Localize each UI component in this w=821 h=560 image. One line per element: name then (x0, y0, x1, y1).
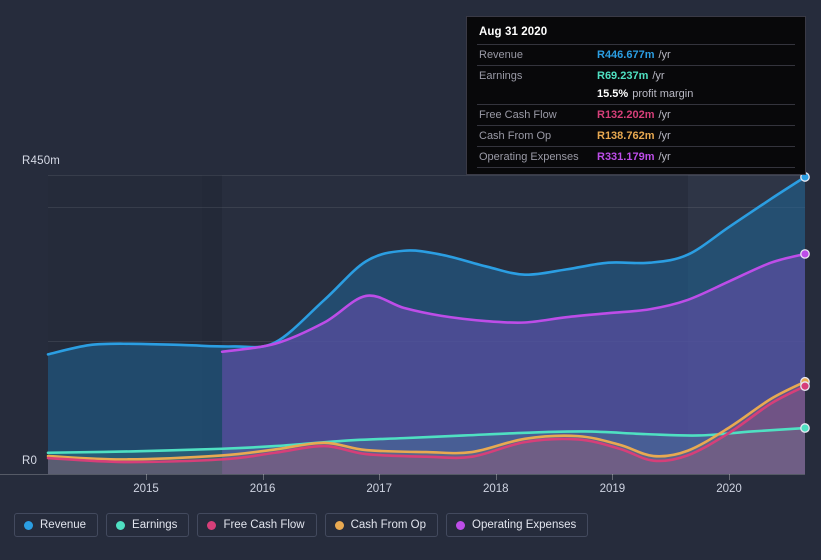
series-layer (46, 172, 810, 475)
tooltip-row-value: R446.677m (597, 49, 655, 61)
tooltip-row-value-group: R331.179m/yr (597, 150, 671, 164)
tooltip-row-label: Free Cash Flow (479, 109, 557, 121)
plot-area (0, 172, 810, 475)
x-axis-tick (612, 474, 614, 480)
x-axis-tick (495, 474, 497, 480)
tooltip-row-unit: /yr (652, 70, 665, 82)
tooltip-date: Aug 31 2020 (479, 26, 548, 38)
tooltip-row-unit: /yr (658, 109, 671, 121)
tooltip-row-label: Operating Expenses (479, 151, 579, 163)
tooltip-row: Free Cash Flow R132.202m/yr (477, 104, 795, 125)
tooltip-rows: Revenue R446.677m/yr Earnings R69.237m/yr 15… (477, 44, 795, 168)
legend-color-dot (456, 520, 466, 530)
x-axis-label-2016: 2016 (249, 483, 276, 495)
tooltip-row-value: R331.179m (597, 151, 655, 163)
endpoint-marker-earnings[interactable] (800, 423, 810, 433)
x-axis-label-2020: 2020 (716, 483, 742, 495)
legend-item-cash-from-op[interactable]: Cash From Op (324, 513, 439, 537)
legend-item-label: Earnings (132, 519, 178, 531)
legend-item-label: Revenue (40, 519, 87, 531)
x-axis-tick (379, 474, 381, 480)
tooltip-row-label: Revenue (479, 49, 524, 61)
tooltip-row-value: R132.202m (597, 109, 655, 121)
tooltip-row-value-group: R69.237m/yr (597, 69, 665, 83)
x-axis-label-2015: 2015 (133, 483, 159, 495)
x-axis-label-2018: 2018 (483, 483, 509, 495)
chart-legend: Revenue Earnings Free Cash Flow Cash From O… (14, 513, 589, 537)
financial-area-chart: R450m R0 2015 2016 2017 2018 2019 2020 Aug 31… (0, 0, 821, 560)
tooltip-row: Earnings R69.237m/yr (477, 65, 795, 86)
legend-color-dot (24, 520, 33, 530)
endpoint-marker-free-cash-flow[interactable] (800, 381, 810, 392)
y-axis-zero-label: R0 (22, 455, 38, 467)
tooltip-row-unit: profit margin (632, 88, 694, 100)
tooltip-row: Cash From Op R138.762m/yr (477, 125, 795, 146)
x-axis-label-2017: 2017 (366, 483, 392, 495)
tooltip-row-label: Cash From Op (479, 130, 552, 142)
x-axis-label-2019: 2019 (599, 483, 626, 495)
tooltip-row-value: 15.5% (597, 88, 629, 100)
tooltip-row-value: R138.762m (597, 130, 655, 142)
legend-item-free-cash-flow[interactable]: Free Cash Flow (197, 513, 317, 537)
tooltip-row-unit: /yr (658, 151, 671, 163)
tooltip-row: Operating Expenses R331.179m/yr (477, 146, 795, 168)
legend-item-earnings[interactable]: Earnings (106, 513, 190, 537)
legend-item-label: Operating Expenses (472, 519, 577, 531)
tooltip-row-value-group: R446.677m/yr (597, 48, 671, 62)
x-axis-tick (729, 474, 730, 480)
legend-color-dot (334, 520, 344, 530)
legend-item-label: Cash From Op (350, 519, 427, 531)
legend-item-label: Free Cash Flow (223, 519, 305, 531)
x-axis-tick (262, 474, 264, 480)
legend-item-operating-expenses[interactable]: Operating Expenses (446, 513, 589, 537)
tooltip-row-label: Earnings (479, 70, 523, 82)
tooltip-row-value: R69.237m (597, 70, 649, 82)
tooltip-row: 15.5% profit margin (477, 86, 795, 104)
tooltip-row-unit: /yr (658, 49, 671, 61)
tooltip-row-value-group: 15.5% profit margin (597, 87, 693, 101)
x-axis-tick (146, 474, 147, 480)
tooltip-row-unit: /yr (658, 130, 671, 142)
endpoint-marker-operating-expenses[interactable] (800, 249, 810, 259)
legend-color-dot (207, 520, 217, 530)
x-axis: 2015 2016 2017 2018 2019 2020 (0, 474, 821, 504)
tooltip-row-value-group: R132.202m/yr (597, 108, 671, 122)
data-tooltip: Aug 31 2020 Revenue R446.677m/yr Earnings R… (466, 16, 806, 175)
legend-color-dot (116, 520, 126, 530)
tooltip-row-value-group: R138.762m/yr (597, 129, 671, 143)
tooltip-row: Revenue R446.677m/yr (477, 44, 795, 65)
legend-item-revenue[interactable]: Revenue (14, 513, 99, 537)
y-axis-top-label: R450m (22, 155, 61, 167)
